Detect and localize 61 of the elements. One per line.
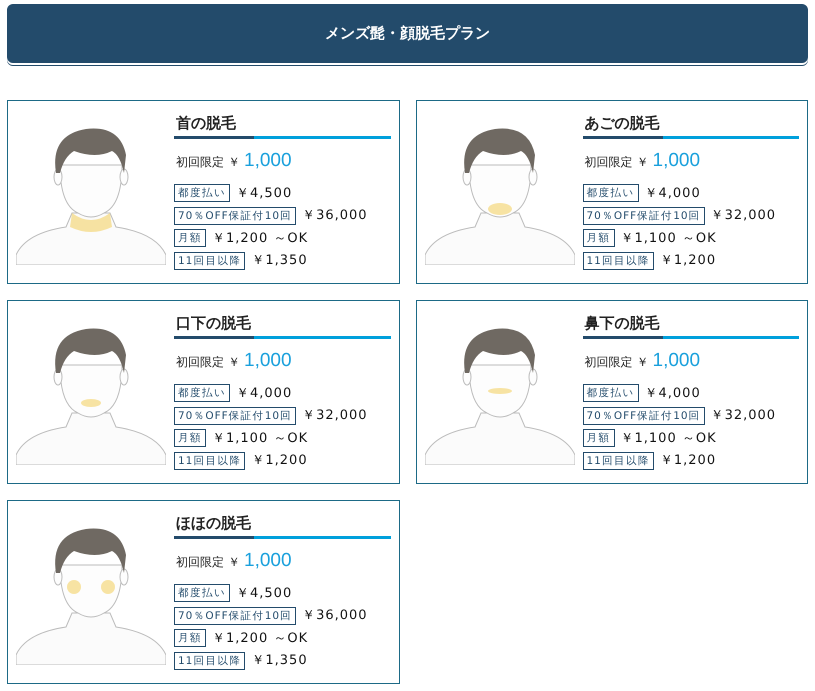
intro-label: 初回限定 xyxy=(584,354,632,371)
plan-tag: 月額 xyxy=(174,429,206,448)
currency-sign: ￥ xyxy=(228,154,240,171)
plan-tag: 11回目以降 xyxy=(582,452,654,470)
currency-sign: ￥ xyxy=(228,554,240,571)
plan-title: 首の脱毛 xyxy=(175,113,237,133)
plan-title: 鼻下の脱毛 xyxy=(584,313,660,333)
plan-tag: 70％OFF保証付10回 xyxy=(174,206,296,225)
intro-label: 初回限定 xyxy=(176,154,224,171)
plan-price: ￥36,000 xyxy=(302,207,368,225)
intro-label: 初回限定 xyxy=(584,154,632,171)
header-title: メンズ髭・顔脱毛プラン xyxy=(325,23,490,44)
plan-tag: 11回目以降 xyxy=(174,652,246,670)
intro-price: 1,000 xyxy=(652,349,700,373)
currency-sign: ￥ xyxy=(228,354,240,371)
plan-tag: 月額 xyxy=(174,629,206,648)
plan-tag: 都度払い xyxy=(582,384,638,402)
plan-price: ￥1,200 xyxy=(660,252,716,270)
plan-price: ￥1,350 xyxy=(251,252,308,270)
plan-tag: 70％OFF保証付10回 xyxy=(582,406,705,425)
plan-price: ￥4,500 xyxy=(236,184,292,202)
plan-price: ￥1,200 xyxy=(251,452,308,470)
plan-title: ほほの脱毛 xyxy=(175,513,252,533)
currency-sign: ￥ xyxy=(636,354,648,371)
intro-price: 1,000 xyxy=(244,149,292,173)
plan-price: ￥4,000 xyxy=(644,384,701,402)
plan-tag: 都度払い xyxy=(582,184,638,202)
plan-tag: 都度払い xyxy=(174,584,230,602)
plan-tag: 70％OFF保証付10回 xyxy=(582,206,705,225)
plan-tag: 月額 xyxy=(582,229,614,248)
plan-price: ￥1,100 ～OK xyxy=(620,230,717,248)
plan-price: ￥1,350 xyxy=(251,652,308,670)
plan-tag: 11回目以降 xyxy=(174,252,246,270)
plan-price: ￥36,000 xyxy=(302,607,368,625)
plan-tag: 都度払い xyxy=(174,184,230,202)
intro-label: 初回限定 xyxy=(176,554,224,571)
plan-price: ￥32,000 xyxy=(302,407,368,425)
plan-price: ￥4,500 xyxy=(236,584,292,602)
plan-tag: 月額 xyxy=(174,229,206,248)
plan-tag: 70％OFF保証付10回 xyxy=(174,406,296,425)
plan-tag: 都度払い xyxy=(174,384,230,402)
plan-price: ￥1,100 ～OK xyxy=(212,430,308,448)
plan-price: ￥4,000 xyxy=(236,384,292,402)
plan-tag: 11回目以降 xyxy=(174,452,246,470)
intro-price: 1,000 xyxy=(244,349,292,373)
intro-label: 初回限定 xyxy=(176,354,224,371)
plan-price: ￥1,200 ～OK xyxy=(212,230,308,248)
plan-price: ￥1,200 ～OK xyxy=(212,630,308,648)
intro-price: 1,000 xyxy=(652,149,700,173)
plan-price: ￥1,100 ～OK xyxy=(620,430,717,448)
plan-price: ￥1,200 xyxy=(660,452,716,470)
plan-price: ￥32,000 xyxy=(710,407,776,425)
plan-tag: 70％OFF保証付10回 xyxy=(174,606,296,625)
plan-title: 口下の脱毛 xyxy=(175,313,252,333)
plan-price: ￥32,000 xyxy=(710,207,776,225)
plan-title: あごの脱毛 xyxy=(584,113,660,133)
plan-tag: 11回目以降 xyxy=(582,252,654,270)
plan-tag: 月額 xyxy=(582,429,614,448)
currency-sign: ￥ xyxy=(636,154,648,171)
plan-price: ￥4,000 xyxy=(644,184,701,202)
intro-price: 1,000 xyxy=(244,549,292,573)
